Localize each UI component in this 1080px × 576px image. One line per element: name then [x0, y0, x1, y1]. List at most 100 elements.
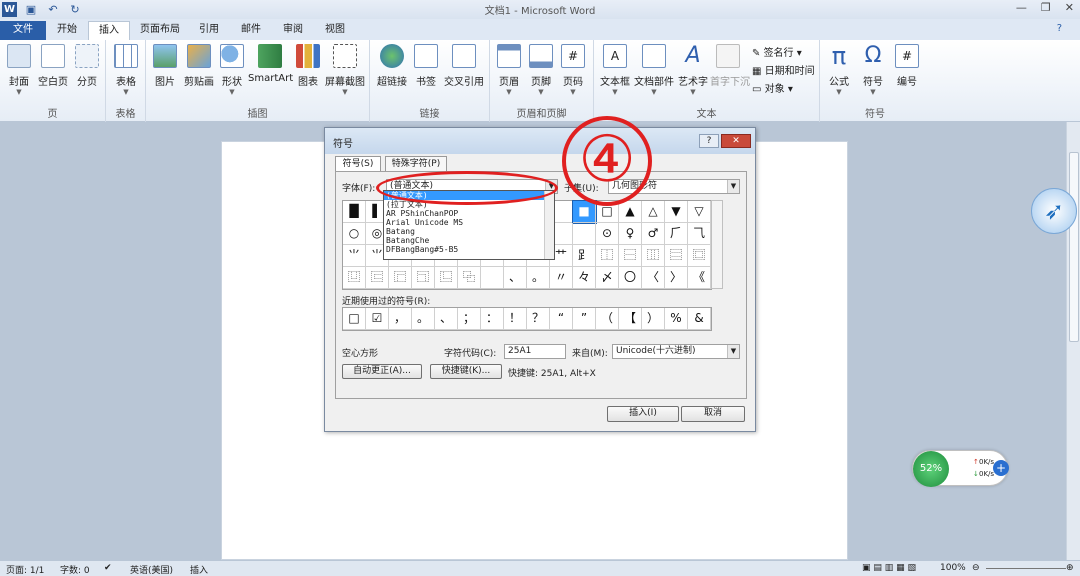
blank-page-button[interactable]: 空白页	[36, 44, 70, 88]
symbol-cell[interactable]: ⿱	[619, 245, 642, 267]
zoom-out-icon[interactable]: ⊖	[972, 563, 980, 573]
language[interactable]: 英语(美国)	[130, 563, 173, 576]
dialog-close-button[interactable]: ✕	[721, 134, 751, 148]
page-break-button[interactable]: 分页	[72, 44, 102, 88]
symbol-cell[interactable]: ▼	[665, 201, 688, 223]
symbol-cell[interactable]: 。	[527, 267, 550, 289]
restore-icon[interactable]: ❐	[1041, 1, 1051, 14]
textbox-button[interactable]: A 文本框 ▼	[598, 44, 632, 96]
symbol-cell[interactable]: ⺌	[343, 245, 366, 267]
recent-symbol-cell[interactable]: &	[688, 308, 711, 330]
symbol-cell[interactable]: ⿰	[596, 245, 619, 267]
recent-symbol-cell[interactable]: ！	[504, 308, 527, 330]
font-list-item[interactable]: Batang	[384, 227, 554, 236]
recent-symbol-cell[interactable]: 【	[619, 308, 642, 330]
symbol-cell[interactable]: ⿷	[366, 267, 389, 289]
number-button[interactable]: # 编号	[892, 44, 922, 88]
scrollbar-thumb[interactable]	[1069, 152, 1079, 342]
insert-button[interactable]: 插入(I)	[607, 406, 679, 422]
wordart-button[interactable]: A 艺术字 ▼	[676, 44, 710, 97]
tab-mailings[interactable]: 邮件	[234, 21, 268, 40]
font-list-item[interactable]: AR PShinChanPOP	[384, 209, 554, 218]
symbol-cell[interactable]: ⺄	[688, 223, 711, 245]
symbol-cell[interactable]: 〆	[596, 267, 619, 289]
bird-widget-icon[interactable]: ➶	[1031, 188, 1077, 234]
symbol-cell[interactable]: ▽	[688, 201, 711, 223]
shapes-button[interactable]: 形状 ▼	[218, 44, 246, 96]
recent-symbol-cell[interactable]: ”	[573, 308, 596, 330]
footer-button[interactable]: 页脚 ▼	[526, 44, 556, 96]
recent-symbol-cell[interactable]: “	[550, 308, 573, 330]
smartart-button[interactable]: SmartArt	[248, 44, 293, 84]
plus-icon[interactable]: +	[993, 460, 1009, 476]
help-icon[interactable]: ?	[1057, 23, 1062, 34]
drop-cap-button[interactable]: 首字下沉	[710, 44, 750, 88]
close-icon[interactable]: ✕	[1065, 1, 1074, 14]
recent-symbol-cell[interactable]: ；	[458, 308, 481, 330]
zoom-in-icon[interactable]: ⊕	[1066, 563, 1074, 573]
minimize-icon[interactable]: —	[1016, 1, 1027, 14]
date-time-button[interactable]: ▦ 日期和时间	[752, 62, 815, 77]
zoom-level[interactable]: 100%	[940, 563, 966, 573]
word-count[interactable]: 字数: 0	[60, 563, 90, 576]
symbol-cell[interactable]: ⿺	[435, 267, 458, 289]
symbol-cell[interactable]: ⿸	[389, 267, 412, 289]
symbol-button[interactable]: Ω 符号 ▼	[858, 44, 888, 97]
autocorrect-button[interactable]: 自动更正(A)...	[342, 364, 422, 379]
vertical-scrollbar[interactable]	[1066, 122, 1080, 560]
zoom-slider[interactable]	[986, 568, 1066, 569]
cover-button[interactable]: 封面 ▼	[4, 44, 34, 96]
screenshot-button[interactable]: 屏幕截图 ▼	[324, 44, 366, 96]
tab-special-characters[interactable]: 特殊字符(P)	[385, 156, 447, 172]
symbol-cell[interactable]: ▲	[619, 201, 642, 223]
symbol-cell[interactable]	[573, 223, 596, 245]
recent-symbol-cell[interactable]: ☑	[366, 308, 389, 330]
cross-reference-button[interactable]: 交叉引用	[442, 44, 486, 88]
font-list-item[interactable]: Arial Unicode MS	[384, 218, 554, 227]
symbol-cell[interactable]: ⿳	[665, 245, 688, 267]
bookmark-button[interactable]: 书签	[412, 44, 440, 88]
recent-symbol-cell[interactable]: □	[343, 308, 366, 330]
tab-review[interactable]: 审阅	[276, 21, 310, 40]
symbol-cell[interactable]: ⺁	[665, 223, 688, 245]
picture-button[interactable]: 图片	[150, 44, 180, 88]
recent-symbol-cell[interactable]: ：	[481, 308, 504, 330]
network-speed-widget[interactable]: 52% ↑ 0K/s ↓ 0K/s +	[912, 450, 1009, 487]
page-number-button[interactable]: # 页码 ▼	[558, 44, 588, 96]
font-list-item[interactable]: BatangChe	[384, 236, 554, 245]
tab-references[interactable]: 引用	[192, 21, 226, 40]
symbol-cell[interactable]: ⊙	[596, 223, 619, 245]
symbol-cell[interactable]: 々	[573, 267, 596, 289]
recent-symbol-cell[interactable]: （	[596, 308, 619, 330]
header-button[interactable]: 页眉 ▼	[494, 44, 524, 96]
font-list-item[interactable]: DFBangBang#5-B5	[384, 245, 554, 254]
clipart-button[interactable]: 剪贴画	[182, 44, 216, 88]
recent-symbol-cell[interactable]: 。	[412, 308, 435, 330]
symbol-cell[interactable]: ○	[343, 223, 366, 245]
chart-button[interactable]: 图表	[294, 44, 322, 88]
symbol-cell[interactable]	[481, 267, 504, 289]
symbol-cell[interactable]: ⿻	[458, 267, 481, 289]
insert-mode[interactable]: 插入	[190, 563, 208, 576]
symbol-cell[interactable]: ⿴	[688, 245, 711, 267]
recent-symbol-cell[interactable]: %	[665, 308, 688, 330]
symbol-cell[interactable]: 〉	[665, 267, 688, 289]
symbol-cell[interactable]: △	[642, 201, 665, 223]
recent-symbol-cell[interactable]: ？	[527, 308, 550, 330]
symbol-cell[interactable]: 〃	[550, 267, 573, 289]
equation-button[interactable]: π 公式 ▼	[824, 44, 854, 96]
tab-insert[interactable]: 插入	[88, 21, 130, 40]
table-button[interactable]: 表格 ▼	[112, 44, 140, 96]
cancel-button[interactable]: 取消	[681, 406, 745, 422]
shortcut-key-button[interactable]: 快捷键(K)...	[430, 364, 502, 379]
recent-symbol-cell[interactable]: ）	[642, 308, 665, 330]
symbol-cell[interactable]: 〈	[642, 267, 665, 289]
symbol-cell[interactable]: ⿶	[343, 267, 366, 289]
hyperlink-button[interactable]: 超链接	[374, 44, 410, 88]
tab-page-layout[interactable]: 页面布局	[136, 21, 184, 40]
symbol-grid-scrollbar[interactable]	[711, 200, 723, 289]
tab-home[interactable]: 开始	[50, 21, 84, 40]
spellcheck-icon[interactable]: ✔	[104, 563, 112, 573]
symbol-cell[interactable]: 〇	[619, 267, 642, 289]
dropdown-scrollbar[interactable]	[544, 191, 554, 259]
